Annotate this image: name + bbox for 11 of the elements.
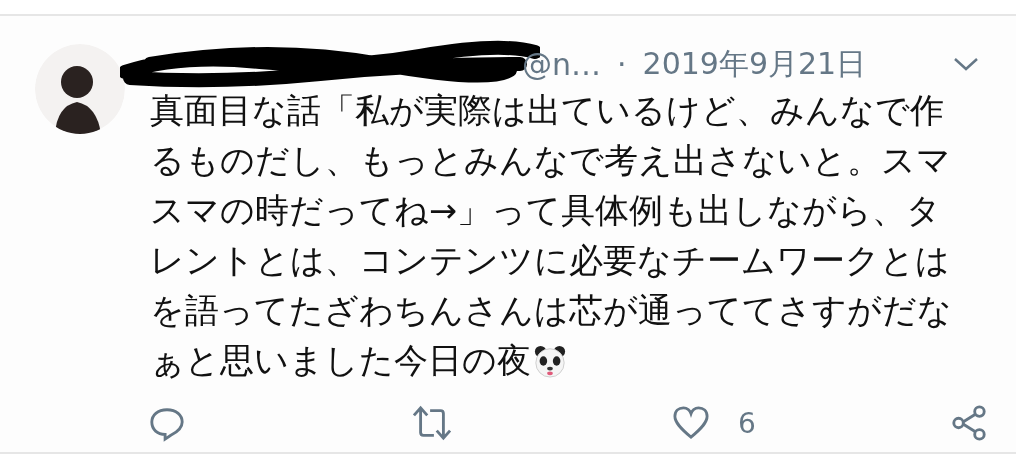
tweet-text: 真面目な話「私が実際は出ているけど、みんなで作るものだし、もっとみんなで考え出さないと。スマスマの時だってね→」って具体例も出しながら、タレントとは、コンテンツに必要なチームワークとはを語ってたざわちんさんは芯が通っててさすがだな xyxy=(150,90,953,332)
share-icon[interactable] xyxy=(950,404,988,442)
user-handle[interactable]: @n… xyxy=(522,46,601,82)
panda-icon xyxy=(533,344,567,378)
avatar[interactable] xyxy=(35,44,125,134)
heart-icon[interactable] xyxy=(672,405,710,441)
like-count: 6 xyxy=(738,406,756,440)
retweet-icon[interactable] xyxy=(410,404,454,442)
tweet-text: ぁと思いました今日の夜 xyxy=(150,340,531,382)
separator: · xyxy=(617,46,627,82)
tweet-date[interactable]: 2019年9月21日 xyxy=(642,43,867,85)
